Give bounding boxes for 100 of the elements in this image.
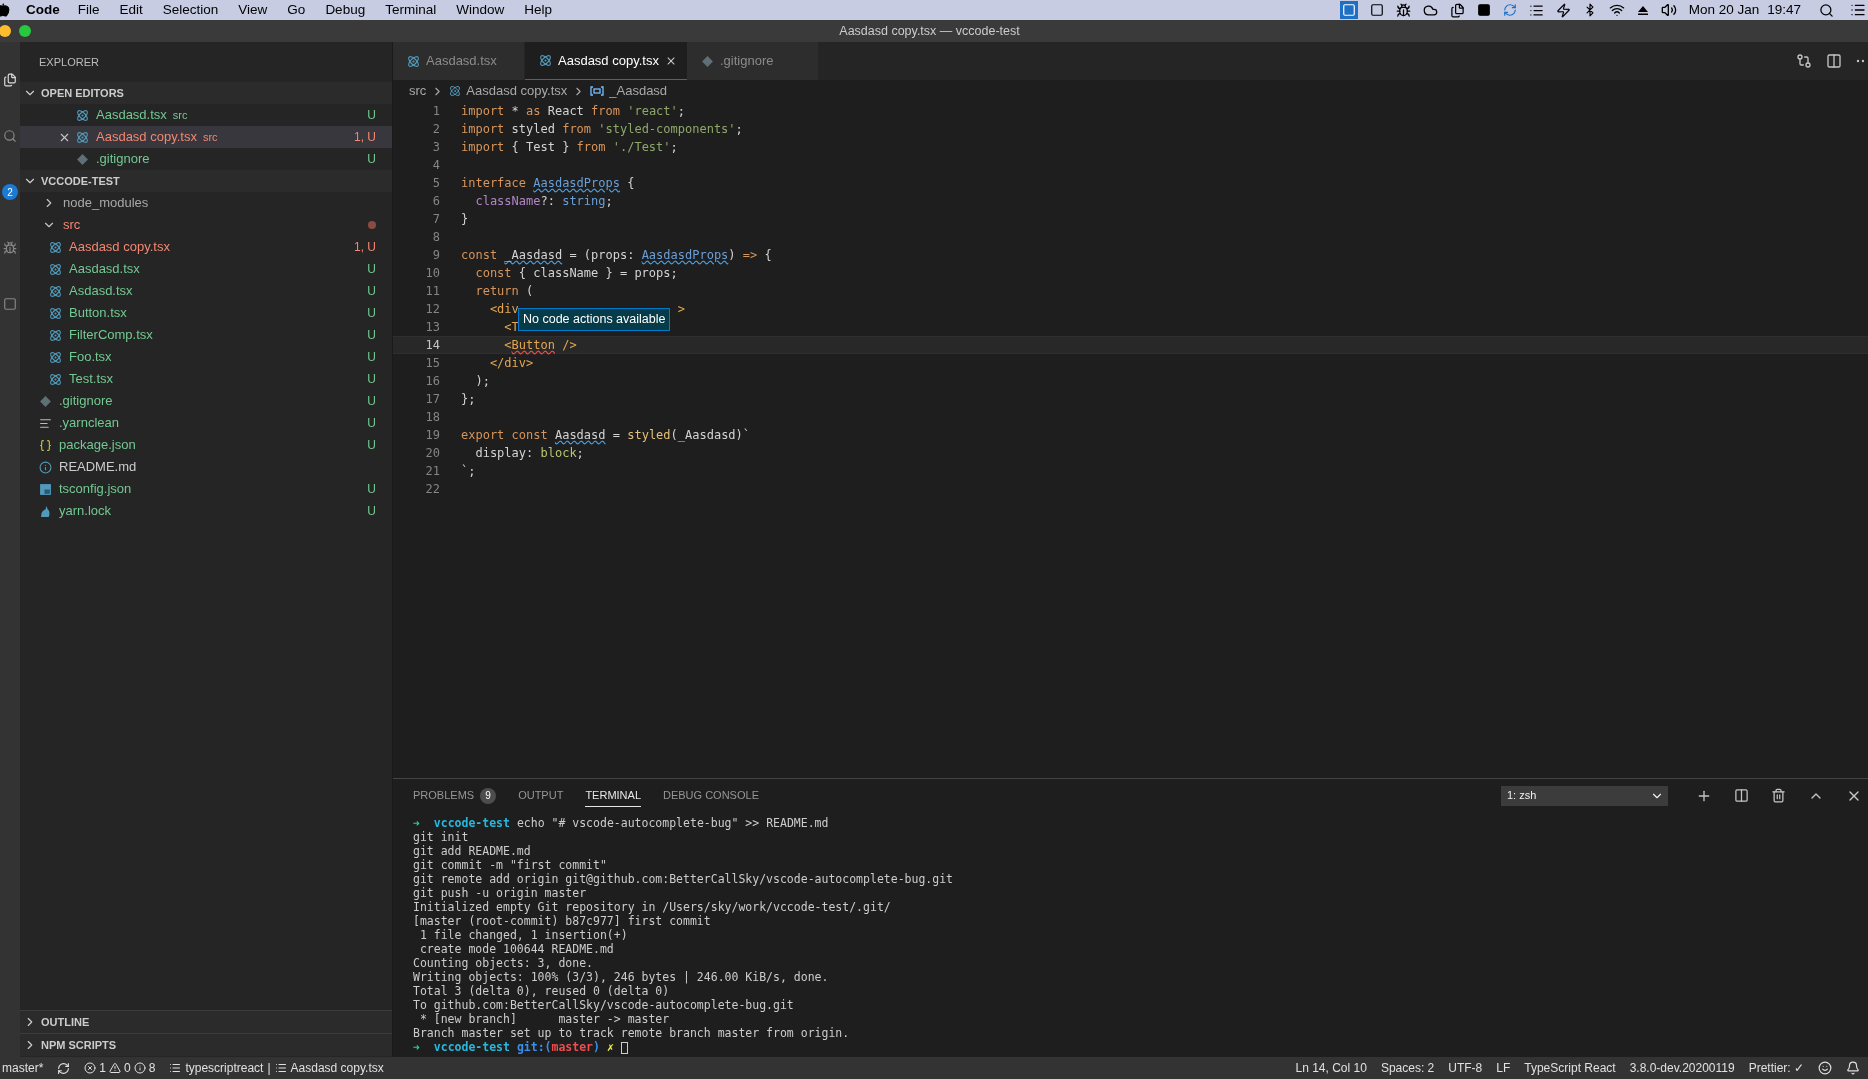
terminal-line: [master (root-commit) b87c977] first commit (413, 914, 711, 928)
file-row[interactable]: FilterComp.tsx U (20, 324, 392, 346)
app-menu[interactable]: Code (26, 0, 60, 21)
menu-item[interactable]: Go (287, 0, 306, 21)
file-row[interactable]: .gitignore U (20, 390, 392, 412)
cloud-icon[interactable] (1422, 2, 1438, 18)
warning-count[interactable]: 0 (124, 1059, 131, 1077)
bug-icon[interactable] (1395, 2, 1411, 18)
menu-item[interactable]: Selection (162, 0, 219, 21)
panel-tab[interactable]: DEBUG CONSOLE (663, 784, 759, 807)
zoom-button[interactable] (19, 25, 31, 37)
menu-icon[interactable] (1850, 2, 1866, 18)
editor-tab[interactable]: Aasdasd copy.tsx (525, 42, 687, 80)
menu-item[interactable]: Help (524, 0, 552, 21)
open-editor-item[interactable]: Aasdasd.tsx src U (20, 104, 392, 126)
terminal-select[interactable]: 1: zsh (1501, 785, 1668, 806)
search-icon[interactable] (1819, 2, 1834, 18)
error-count[interactable]: 1 (99, 1059, 107, 1077)
file-row[interactable]: Aasdasd.tsx U (20, 258, 392, 280)
more-icon[interactable] (1856, 59, 1864, 63)
terminal-line: ➜ vccode-test echo "# vscode-autocomplete-bug" >> README.md (413, 816, 829, 830)
terminal-line: Writing objects: 100% (3/3), 246 bytes | 246.00 KiB/s, done. (413, 970, 829, 984)
eject-icon[interactable] (1636, 4, 1649, 16)
wifi-icon[interactable] (1608, 2, 1625, 18)
file-row[interactable]: .yarnclean U (20, 412, 392, 434)
file-name: .gitignore (96, 150, 150, 169)
editor-tab[interactable]: .gitignore (687, 42, 819, 80)
menu-item[interactable]: Terminal (385, 0, 437, 21)
trash-icon[interactable] (1771, 788, 1786, 803)
git-status: U (367, 415, 376, 432)
file-row[interactable]: Foo.tsx U (20, 346, 392, 368)
file-name: package.json (59, 436, 137, 455)
apple-icon[interactable] (0, 3, 10, 17)
status-item[interactable]: Prettier: ✓ (1748, 1059, 1804, 1077)
editor-tab[interactable]: Aasdasd.tsx (393, 42, 525, 80)
terminal-line: git remote add origin git@github.com:BetterCallSky/vscode-autocomplete-bug.git (413, 872, 954, 886)
status-item[interactable]: UTF-8 (1448, 1059, 1483, 1077)
section-header[interactable]: NPM SCRIPTS (20, 1034, 392, 1056)
refresh-icon[interactable] (1502, 3, 1517, 17)
window-icon[interactable] (1369, 3, 1384, 17)
status-item[interactable]: 3.8.0-dev.20200119 (1629, 1059, 1735, 1077)
breadcrumb-item[interactable]: Aasdasd copy.tsx (466, 81, 568, 101)
files-icon[interactable] (1449, 2, 1465, 18)
file-row[interactable]: tsconfig.json U (20, 478, 392, 500)
feedback-icon[interactable] (1818, 1061, 1832, 1075)
extensions-icon[interactable] (3, 296, 17, 312)
open-editor-item[interactable]: Aasdasd copy.tsx src 1, U (20, 126, 392, 148)
split-icon[interactable] (1734, 788, 1749, 803)
status-item[interactable]: Ln 14, Col 10 (1295, 1059, 1367, 1077)
line-number: 6 (431, 193, 440, 210)
panel-tab[interactable]: PROBLEMS 9 (413, 784, 497, 807)
file-row[interactable]: package.json U (20, 434, 392, 456)
file-name: yarn.lock (59, 502, 113, 521)
status-item[interactable]: LF (1496, 1059, 1511, 1077)
info-count[interactable]: 8 (148, 1059, 156, 1077)
lightning-icon[interactable] (1555, 2, 1571, 18)
menu-item[interactable]: File (77, 0, 100, 21)
code-text: export const Aasdasd = styled(_Aasdasd)` (461, 427, 751, 444)
compare-icon[interactable] (1796, 53, 1812, 69)
terminal-line: Counting objects: 3, done. (413, 956, 593, 970)
panel-tab[interactable]: OUTPUT (518, 784, 564, 807)
file-row[interactable]: README.md (20, 456, 392, 478)
sync-icon[interactable] (57, 1061, 71, 1075)
file-row[interactable]: yarn.lock U (20, 500, 392, 522)
branch-status[interactable]: master* (2, 1059, 44, 1077)
minimize-button[interactable] (0, 25, 11, 37)
breadcrumb-item[interactable]: src (409, 81, 427, 101)
code-text: interface AasdasdProps { (461, 175, 635, 192)
file-row[interactable]: Button.tsx U (20, 302, 392, 324)
menu-item[interactable]: Window (456, 0, 505, 21)
status-item[interactable]: Spaces: 2 (1380, 1059, 1435, 1077)
line-number: 14 (424, 337, 440, 354)
file-row[interactable]: Aasdasd copy.tsx 1, U (20, 236, 392, 258)
volume-icon[interactable] (1660, 2, 1677, 18)
files-icon[interactable] (3, 72, 17, 88)
menu-item[interactable]: Edit (119, 0, 143, 21)
section-header[interactable]: OUTLINE (20, 1011, 392, 1033)
section-header[interactable]: VCCODE-TEST (20, 170, 392, 192)
warning-icon[interactable] (109, 1062, 122, 1074)
square-icon[interactable] (1476, 3, 1491, 17)
line-number: 15 (424, 355, 440, 372)
menu-item[interactable]: View (238, 0, 268, 21)
status-item[interactable]: TypeScript React (1524, 1059, 1616, 1077)
breadcrumb-item[interactable]: _Aasdasd (609, 81, 668, 101)
split-editor-icon[interactable] (1826, 53, 1842, 69)
bell-icon[interactable] (1846, 1061, 1860, 1075)
section-header[interactable]: OPEN EDITORS (20, 82, 392, 104)
file-row[interactable]: Asdasd.tsx U (20, 280, 392, 302)
file-row[interactable]: node_modules (20, 192, 392, 214)
terminal-line: Branch master set up to track remote branch master from origin. (413, 1026, 850, 1040)
info-icon[interactable] (133, 1062, 146, 1074)
panel-tab[interactable]: TERMINAL (585, 784, 641, 807)
file-row[interactable]: Test.tsx U (20, 368, 392, 390)
menu-item[interactable]: Debug (325, 0, 366, 21)
line-number: 12 (424, 301, 440, 318)
list-icon[interactable] (1528, 2, 1544, 18)
file-row[interactable]: src (20, 214, 392, 236)
open-editor-item[interactable]: .gitignore U (20, 148, 392, 170)
status-icon[interactable] (1339, 1, 1358, 19)
error-icon[interactable] (84, 1062, 97, 1074)
